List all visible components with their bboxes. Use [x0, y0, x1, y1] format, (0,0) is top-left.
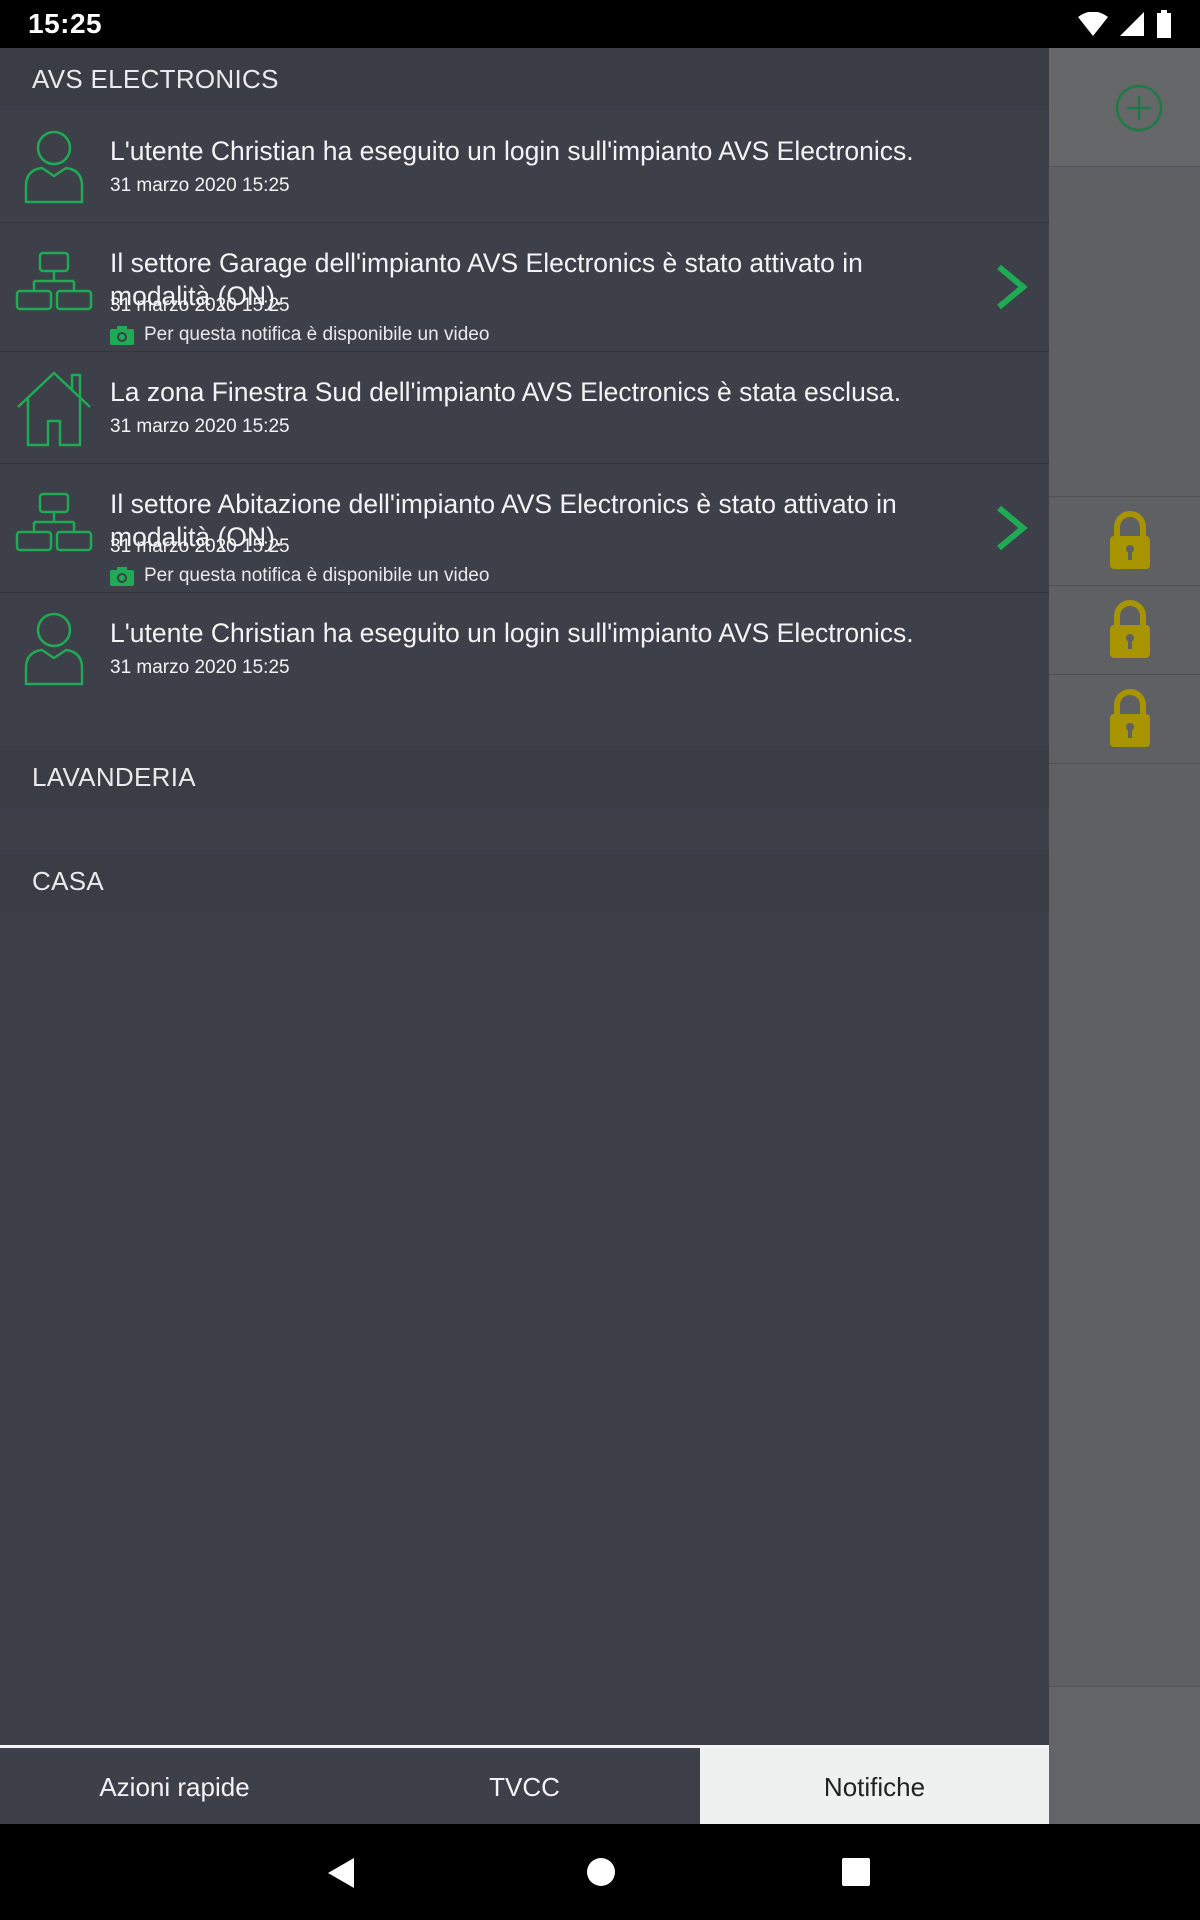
notification-item[interactable]: Il settore Abitazione dell'impianto AVS … — [0, 464, 1049, 593]
notification-item[interactable]: L'utente Christian ha eseguito un login … — [0, 111, 1049, 223]
sector-icon — [15, 251, 93, 311]
tab-notifiche[interactable]: Notifiche — [700, 1748, 1049, 1827]
notification-date: 31 marzo 2020 15:25 — [110, 657, 290, 678]
add-icon[interactable] — [1115, 84, 1163, 132]
notification-date: 31 marzo 2020 15:25 — [110, 536, 290, 557]
lock-icon — [1110, 689, 1150, 747]
section-header-avs-electronics: AVS ELECTRONICS — [0, 48, 1049, 110]
wifi-icon — [1078, 12, 1108, 36]
tab-tvcc[interactable]: TVCC — [350, 1748, 699, 1827]
lock-icon — [1110, 511, 1150, 569]
camera-icon — [110, 567, 134, 586]
background-row[interactable] — [1049, 674, 1200, 764]
house-icon — [17, 371, 91, 447]
status-bar: 15:25 — [0, 0, 1200, 48]
camera-icon — [110, 326, 134, 345]
notification-date: 31 marzo 2020 15:25 — [110, 295, 290, 316]
chevron-right-icon[interactable] — [993, 263, 1029, 311]
home-icon[interactable] — [585, 1856, 617, 1888]
notification-item[interactable]: La zona Finestra Sud dell'impianto AVS E… — [0, 352, 1049, 464]
notifications-drawer: AVS ELECTRONICS L'utente Christian ha es… — [0, 48, 1049, 1827]
background-footer — [1049, 1686, 1200, 1825]
notification-date: 31 marzo 2020 15:25 — [110, 175, 290, 196]
section-header-casa: CASA — [0, 850, 1049, 912]
sector-icon — [15, 492, 93, 552]
video-available-note: Per questa notifica è disponibile un vid… — [110, 324, 489, 346]
battery-icon — [1157, 10, 1171, 38]
notification-date: 31 marzo 2020 15:25 — [110, 416, 290, 437]
status-time: 15:25 — [28, 8, 103, 39]
notification-title: L'utente Christian ha eseguito un login … — [110, 618, 914, 648]
back-icon[interactable] — [326, 1856, 356, 1890]
background-row[interactable] — [1049, 496, 1200, 585]
navigation-bar — [0, 1824, 1200, 1920]
notification-item[interactable]: Il settore Garage dell'impianto AVS Elec… — [0, 223, 1049, 352]
background-row[interactable] — [1049, 585, 1200, 674]
recents-icon[interactable] — [842, 1858, 870, 1886]
bottom-tab-bar: Azioni rapide TVCC Notifiche — [0, 1745, 1049, 1827]
user-icon — [24, 130, 84, 204]
notification-title: L'utente Christian ha eseguito un login … — [110, 136, 914, 166]
user-icon — [24, 612, 84, 686]
notification-item[interactable]: L'utente Christian ha eseguito un login … — [0, 593, 1049, 704]
tab-azioni-rapide[interactable]: Azioni rapide — [0, 1748, 349, 1827]
notification-title: La zona Finestra Sud dell'impianto AVS E… — [110, 377, 902, 407]
signal-icon — [1120, 12, 1144, 36]
lock-icon — [1110, 600, 1150, 658]
chevron-right-icon[interactable] — [993, 504, 1029, 552]
section-header-lavanderia: LAVANDERIA — [0, 746, 1049, 808]
video-available-note: Per questa notifica è disponibile un vid… — [110, 565, 489, 587]
